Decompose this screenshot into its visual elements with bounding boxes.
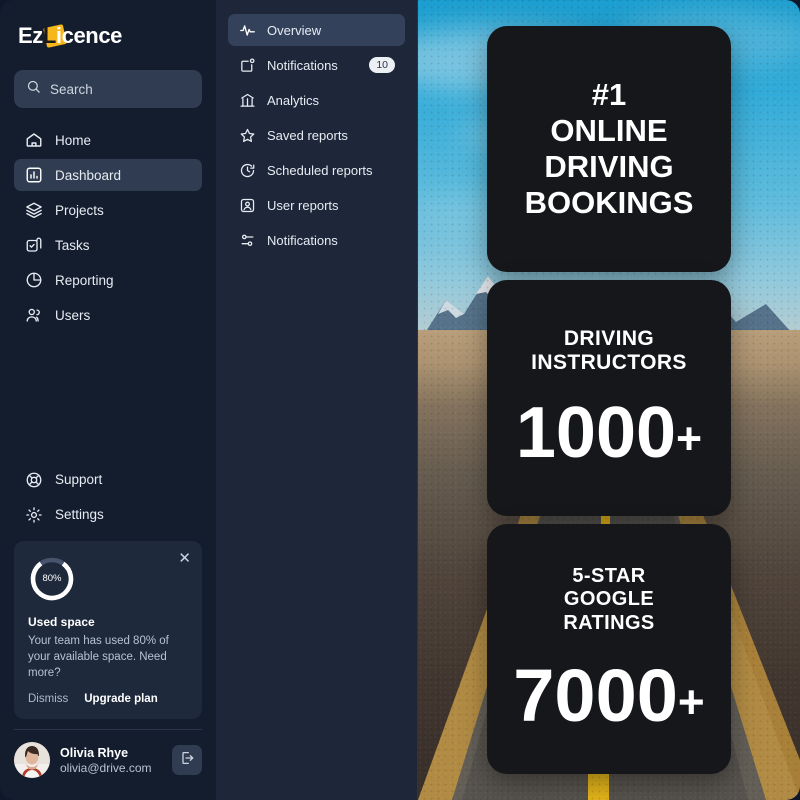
brand-logo[interactable]: EzLicence <box>14 8 202 64</box>
profile-name: Olivia Rhye <box>60 745 129 760</box>
usage-donut-chart: 80% <box>28 555 76 603</box>
analytics-icon <box>238 91 256 109</box>
stat-card-value: 7000+ <box>513 658 705 733</box>
subpanel-item-notifications[interactable]: Notifications 10 <box>228 49 405 81</box>
user-square-icon <box>238 196 256 214</box>
subpanel-item-label: User reports <box>267 197 339 213</box>
stat-card-heading: 5-STAR GOOGLE RATINGS <box>563 565 655 634</box>
primary-sidebar: EzLicence Search Home Dashboard Projects… <box>0 0 216 800</box>
avatar[interactable] <box>14 742 50 778</box>
sidebar-item-support[interactable]: Support <box>14 464 202 496</box>
hero-panel: #1 ONLINE DRIVING BOOKINGS DRIVING INSTRUCTO… <box>418 0 800 800</box>
sidebar-item-reporting[interactable]: Reporting <box>14 264 202 296</box>
sidebar-bottom-navigation: Support Settings <box>14 464 202 531</box>
usage-actions: Dismiss Upgrade plan <box>28 693 188 705</box>
used-space-card: ✕ 80% Used space Your team has used 80% … <box>14 540 202 719</box>
sidebar-item-label: Dashboard <box>55 167 122 183</box>
subpanel-item-label: Notifications <box>267 57 338 73</box>
users-icon <box>24 306 43 325</box>
stat-card-suffix: + <box>676 414 703 464</box>
sidebar-item-tasks[interactable]: Tasks <box>14 229 202 261</box>
stat-card-value: 1000+ <box>516 397 702 469</box>
pie-chart-icon <box>24 271 43 290</box>
home-icon <box>24 131 43 150</box>
gear-icon <box>24 505 43 524</box>
secondary-panel: Overview Notifications 10 Analytics Save… <box>216 0 418 800</box>
sidebar-item-users[interactable]: Users <box>14 299 202 331</box>
subpanel-item-saved-reports[interactable]: Saved reports <box>228 119 405 151</box>
usage-title: Used space <box>28 614 95 629</box>
stat-card-heading: #1 ONLINE DRIVING BOOKINGS <box>524 77 694 220</box>
sidebar-item-label: Home <box>55 132 92 148</box>
search-icon <box>26 79 41 99</box>
brand-name-letter: L <box>42 23 56 48</box>
sidebar-item-label: Projects <box>55 202 104 218</box>
subpanel-item-label: Overview <box>267 22 322 38</box>
subpanel-item-overview[interactable]: Overview <box>228 14 405 46</box>
stat-card-online-bookings: #1 ONLINE DRIVING BOOKINGS <box>487 26 731 272</box>
upgrade-plan-button[interactable]: Upgrade plan <box>84 693 157 705</box>
life-buoy-icon <box>24 470 43 489</box>
subpanel-item-label: Scheduled reports <box>267 162 373 178</box>
profile-email: olivia@drive.com <box>60 760 152 775</box>
stat-card-heading: DRIVING INSTRUCTORS <box>531 326 687 375</box>
dismiss-button[interactable]: Dismiss <box>28 693 68 705</box>
sidebar-item-home[interactable]: Home <box>14 124 202 156</box>
usage-description: Your team has used 80% of your available… <box>28 634 169 679</box>
usage-percent-label: 80% <box>42 573 62 585</box>
sidebar-item-projects[interactable]: Projects <box>14 194 202 226</box>
bell-dot-icon <box>238 56 256 74</box>
stat-cards: #1 ONLINE DRIVING BOOKINGS DRIVING INSTRUCTO… <box>418 0 800 800</box>
stat-card-google-ratings: 5-STAR GOOGLE RATINGS 7000+ <box>487 524 731 774</box>
sidebar-item-label: Users <box>55 307 91 323</box>
sidebar-item-label: Support <box>55 472 103 488</box>
layers-icon <box>24 201 43 220</box>
subpanel-item-analytics[interactable]: Analytics <box>228 84 405 116</box>
profile-meta: Olivia Rhye olivia@drive.com <box>60 746 162 775</box>
sidebar-item-dashboard[interactable]: Dashboard <box>14 159 202 191</box>
star-icon <box>238 126 256 144</box>
search-placeholder: Search <box>50 81 93 97</box>
logout-button[interactable] <box>172 745 202 775</box>
activity-icon <box>238 21 256 39</box>
brand-name-part1: Ez <box>18 23 43 48</box>
brand-name-part2: icence <box>55 23 123 48</box>
logout-icon <box>179 750 195 771</box>
sidebar-item-label: Tasks <box>55 237 90 253</box>
sidebar-item-label: Settings <box>55 507 104 523</box>
sidebar-item-settings[interactable]: Settings <box>14 499 202 531</box>
stat-card-driving-instructors: DRIVING INSTRUCTORS 1000+ <box>487 279 731 517</box>
sidebar-divider <box>14 729 202 730</box>
stat-card-number: 7000 <box>513 653 678 737</box>
app-window: EzLicence Search Home Dashboard Projects… <box>0 0 800 800</box>
clock-refresh-icon <box>238 161 256 179</box>
subpanel-item-label: Saved reports <box>267 127 348 143</box>
brand-logo-text: EzLicence <box>18 23 122 49</box>
stat-card-number: 1000 <box>515 393 677 474</box>
sidebar-item-label: Reporting <box>55 272 114 288</box>
check-square-icon <box>24 236 43 255</box>
bar-chart-square-icon <box>24 166 43 185</box>
subpanel-item-notification-settings[interactable]: Notifications <box>228 224 405 256</box>
stat-card-suffix: + <box>677 675 705 728</box>
notifications-badge: 10 <box>369 57 395 73</box>
subpanel-item-label: Notifications <box>267 232 338 248</box>
main-navigation: Home Dashboard Projects Tasks Reporting … <box>14 124 202 331</box>
sliders-icon <box>238 231 256 249</box>
close-icon[interactable]: ✕ <box>178 551 191 566</box>
subpanel-item-scheduled-reports[interactable]: Scheduled reports <box>228 154 405 186</box>
search-input[interactable]: Search <box>14 70 202 108</box>
subpanel-item-label: Analytics <box>267 92 320 108</box>
subpanel-item-user-reports[interactable]: User reports <box>228 189 405 221</box>
user-profile[interactable]: Olivia Rhye olivia@drive.com <box>14 742 202 800</box>
